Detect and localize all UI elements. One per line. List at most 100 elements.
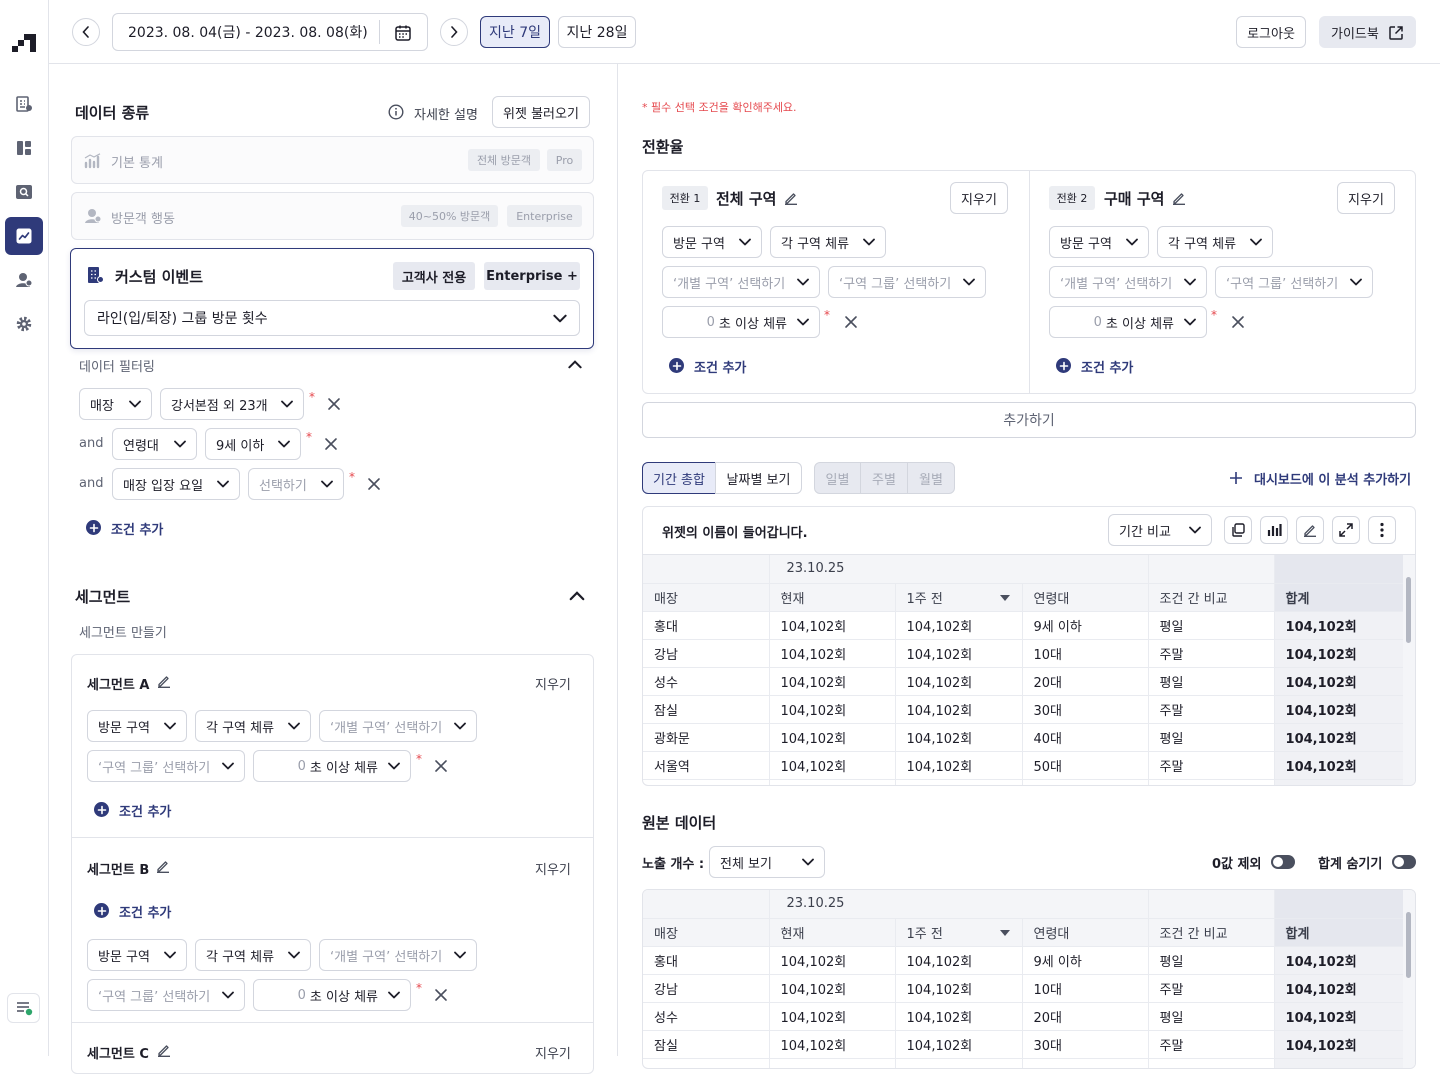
close-icon[interactable] bbox=[324, 437, 338, 451]
close-icon[interactable] bbox=[367, 477, 381, 491]
zone-group-select[interactable]: ‘구역 그룹’ 선택하기 bbox=[87, 750, 245, 782]
add-filter-condition-button[interactable]: 조건 추가 bbox=[111, 519, 163, 538]
add-circle-icon[interactable] bbox=[669, 358, 684, 373]
chevron-up-icon[interactable] bbox=[568, 360, 582, 369]
zero-exclude-toggle[interactable] bbox=[1271, 855, 1295, 869]
close-icon[interactable] bbox=[434, 988, 448, 1002]
release-notes-icon[interactable] bbox=[7, 993, 40, 1023]
close-icon[interactable] bbox=[434, 759, 448, 773]
column-header-sortable[interactable]: 1주 전 bbox=[895, 918, 1023, 947]
segment-a-clear-button[interactable]: 지우기 bbox=[535, 674, 571, 693]
stay-seconds-select[interactable]: 0초 이상 체류 bbox=[253, 750, 411, 782]
filter-store-select[interactable]: 매장 bbox=[79, 388, 152, 420]
stay-seconds-select[interactable]: 0초 이상 체류 bbox=[662, 306, 820, 338]
edit-widget-button[interactable] bbox=[1296, 516, 1324, 544]
last-7-days-button[interactable]: 지난 7일 bbox=[480, 16, 550, 48]
zone-group-select[interactable]: ‘구역 그룹’ 선택하기 bbox=[87, 979, 245, 1011]
tab-week[interactable]: 주별 bbox=[860, 462, 908, 494]
option-basic-stats[interactable]: 기본 통계 전체 방문객 Pro bbox=[71, 136, 594, 184]
chart-type-button[interactable] bbox=[1260, 516, 1288, 544]
dashboard-icon[interactable] bbox=[5, 129, 43, 167]
scrollbar-thumb[interactable] bbox=[1406, 912, 1411, 978]
conversion-2-clear-button[interactable]: 지우기 bbox=[1337, 182, 1395, 214]
zone-stay-select[interactable]: 각 구역 체류 bbox=[195, 710, 311, 742]
tab-day[interactable]: 일별 bbox=[814, 462, 861, 494]
info-icon[interactable] bbox=[388, 104, 404, 120]
add-to-dashboard-button[interactable]: 대시보드에 이 분석 추가하기 bbox=[1254, 469, 1411, 488]
add-conversion-button[interactable]: 추가하기 bbox=[642, 402, 1416, 438]
next-period-button[interactable] bbox=[440, 18, 468, 46]
building-report-icon[interactable] bbox=[5, 85, 43, 123]
segment-b-clear-button[interactable]: 지우기 bbox=[535, 859, 571, 878]
tab-month[interactable]: 월별 bbox=[907, 462, 955, 494]
settings-icon[interactable] bbox=[5, 305, 43, 343]
zone-stay-select[interactable]: 각 구역 체류 bbox=[195, 939, 311, 971]
segment-c-clear-button[interactable]: 지우기 bbox=[535, 1043, 571, 1062]
scrollbar-track[interactable] bbox=[1403, 555, 1415, 785]
guidebook-button[interactable]: 가이드북 bbox=[1319, 16, 1416, 48]
edit-icon[interactable] bbox=[1172, 191, 1186, 205]
filter-age-select[interactable]: 연령대 bbox=[112, 428, 197, 460]
last-28-days-button[interactable]: 지난 28일 bbox=[558, 16, 636, 48]
zone-visit-select[interactable]: 방문 구역 bbox=[87, 710, 187, 742]
zone-individual-select[interactable]: ‘개별 구역’ 선택하기 bbox=[319, 710, 477, 742]
segment-b-add-condition-button[interactable]: 조건 추가 bbox=[119, 902, 171, 921]
add-circle-icon[interactable] bbox=[86, 520, 101, 535]
zone-visit-select[interactable]: 방문 구역 bbox=[662, 226, 762, 258]
segment-a-add-condition-button[interactable]: 조건 추가 bbox=[119, 801, 171, 820]
add-circle-icon[interactable] bbox=[94, 903, 109, 918]
stay-seconds-select[interactable]: 0초 이상 체류 bbox=[1049, 306, 1207, 338]
edit-icon[interactable] bbox=[157, 674, 171, 688]
period-compare-select[interactable]: 기간 비교 bbox=[1108, 514, 1212, 546]
load-widget-button[interactable]: 위젯 불러오기 bbox=[492, 96, 590, 128]
calendar-icon[interactable] bbox=[394, 24, 412, 42]
expand-button[interactable] bbox=[1332, 516, 1360, 544]
close-icon[interactable] bbox=[327, 397, 341, 411]
logout-button[interactable]: 로그아웃 bbox=[1236, 16, 1306, 48]
option-custom-event[interactable]: 커스텀 이벤트 고객사 전용 Enterprise + 라인(입/퇴장) 그룹 … bbox=[70, 248, 594, 349]
filter-age-value-select[interactable]: 9세 이하 bbox=[205, 428, 301, 460]
conversion-2-add-condition-button[interactable]: 조건 추가 bbox=[1081, 357, 1133, 376]
add-circle-icon[interactable] bbox=[94, 802, 109, 817]
filter-store-value-select[interactable]: 강서본점 외 23개 bbox=[160, 388, 304, 420]
zone-group-select[interactable]: ‘구역 그룹’ 선택하기 bbox=[828, 266, 986, 298]
zone-stay-select[interactable]: 각 구역 체류 bbox=[770, 226, 886, 258]
filter-weekday-select[interactable]: 매장 입장 요일 bbox=[112, 468, 240, 500]
zone-visit-select[interactable]: 방문 구역 bbox=[87, 939, 187, 971]
tab-daily-view[interactable]: 날짜별 보기 bbox=[715, 462, 802, 494]
date-range-field[interactable]: 2023. 08. 04(금) - 2023. 08. 08(화) bbox=[112, 13, 428, 51]
plus-icon[interactable] bbox=[1228, 470, 1244, 486]
expose-count-select[interactable]: 전체 보기 bbox=[709, 846, 825, 878]
more-button[interactable] bbox=[1368, 516, 1396, 544]
zone-group-select[interactable]: ‘구역 그룹’ 선택하기 bbox=[1215, 266, 1373, 298]
stay-seconds-select[interactable]: 0초 이상 체류 bbox=[253, 979, 411, 1011]
copy-button[interactable] bbox=[1224, 516, 1252, 544]
option-visitor-behavior[interactable]: 방문객 행동 40~50% 방문객 Enterprise bbox=[71, 192, 594, 240]
add-circle-icon[interactable] bbox=[1056, 358, 1071, 373]
detail-link[interactable]: 자세한 설명 bbox=[414, 104, 478, 123]
chevron-up-icon[interactable] bbox=[569, 591, 585, 601]
conversion-1-clear-button[interactable]: 지우기 bbox=[950, 182, 1008, 214]
zone-visit-select[interactable]: 방문 구역 bbox=[1049, 226, 1149, 258]
edit-icon[interactable] bbox=[156, 859, 170, 873]
zone-individual-select[interactable]: ‘개별 구역’ 선택하기 bbox=[662, 266, 820, 298]
scrollbar-thumb[interactable] bbox=[1406, 577, 1411, 643]
prev-period-button[interactable] bbox=[72, 18, 100, 46]
filter-weekday-value-select[interactable]: 선택하기 bbox=[248, 468, 344, 500]
custom-event-select[interactable]: 라인(입/퇴장) 그룹 방문 횟수 bbox=[84, 300, 580, 336]
column-header-sortable[interactable]: 1주 전 bbox=[895, 583, 1023, 612]
analytics-icon[interactable] bbox=[5, 217, 43, 255]
tab-period-total[interactable]: 기간 총합 bbox=[642, 462, 716, 494]
zone-stay-select[interactable]: 각 구역 체류 bbox=[1157, 226, 1273, 258]
edit-icon[interactable] bbox=[784, 191, 798, 205]
conversion-1-add-condition-button[interactable]: 조건 추가 bbox=[694, 357, 746, 376]
zone-individual-select[interactable]: ‘개별 구역’ 선택하기 bbox=[1049, 266, 1207, 298]
search-report-icon[interactable] bbox=[5, 173, 43, 211]
visitor-icon[interactable] bbox=[5, 261, 43, 299]
zone-individual-select[interactable]: ‘개별 구역’ 선택하기 bbox=[319, 939, 477, 971]
hide-total-toggle[interactable] bbox=[1392, 855, 1416, 869]
close-icon[interactable] bbox=[1231, 315, 1245, 329]
close-icon[interactable] bbox=[844, 315, 858, 329]
edit-icon[interactable] bbox=[157, 1043, 171, 1057]
scrollbar-track[interactable] bbox=[1403, 890, 1415, 1068]
